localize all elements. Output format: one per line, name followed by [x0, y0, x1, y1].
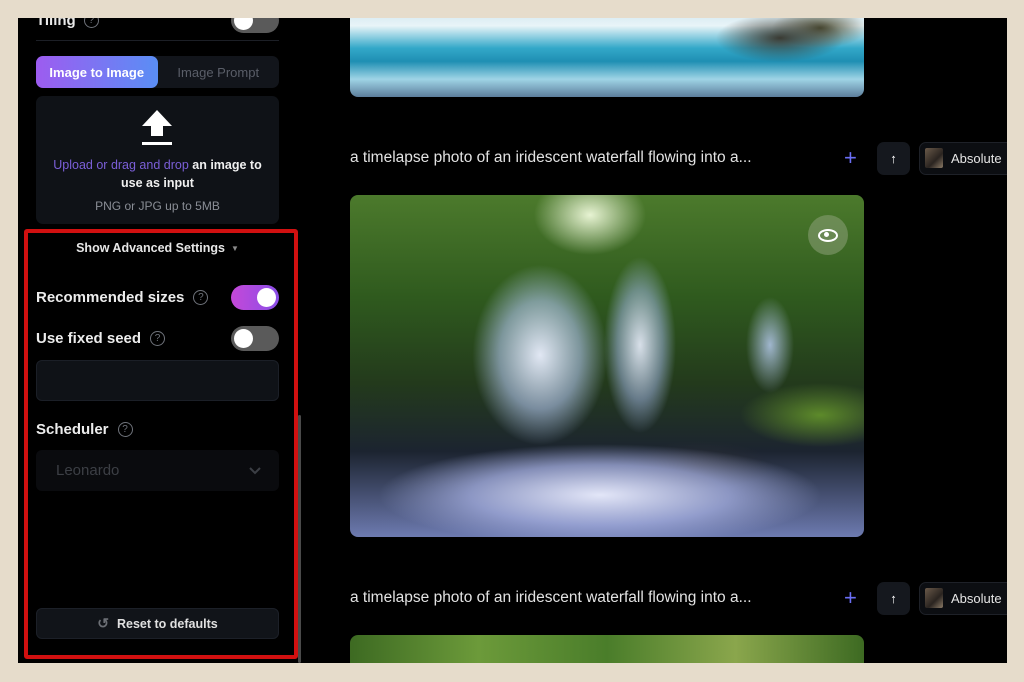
help-icon[interactable]: ? — [193, 289, 209, 305]
model-thumbnail — [925, 588, 943, 608]
eye-icon — [818, 228, 838, 242]
scheduler-setting: Scheduler ? — [36, 416, 279, 442]
model-name: Absolute — [951, 590, 1002, 606]
fixed-seed-label: Use fixed seed — [36, 329, 142, 347]
model-thumbnail — [925, 148, 943, 168]
tiling-toggle[interactable] — [231, 18, 279, 33]
help-icon[interactable]: ? — [83, 18, 99, 28]
advanced-settings-label: Show Advanced Settings — [76, 241, 225, 255]
model-chip[interactable]: Absolute — [919, 141, 1007, 175]
image-upload-dropzone[interactable]: Upload or drag and drop an image to use … — [36, 96, 279, 224]
model-name: Absolute — [951, 150, 1002, 166]
prompt-text: a timelapse photo of an iridescent water… — [350, 149, 752, 166]
tiling-label: Tiling — [36, 18, 76, 29]
generation-header: a timelapse photo of an iridescent water… — [350, 141, 1007, 175]
toggle-knob — [234, 328, 253, 348]
recommended-sizes-setting: Recommended sizes ? — [36, 284, 279, 310]
prompt-text: a timelapse photo of an iridescent water… — [350, 589, 752, 606]
caret-down-icon: ▼ — [230, 244, 239, 254]
sidebar-scrollbar[interactable] — [298, 415, 301, 663]
help-icon[interactable]: ? — [117, 421, 133, 437]
generated-image[interactable] — [350, 18, 864, 97]
recommended-sizes-toggle[interactable] — [231, 284, 279, 310]
arrow-up-icon: ↑ — [890, 590, 897, 606]
reset-label: Reset to defaults — [117, 616, 218, 631]
recommended-sizes-label: Recommended sizes — [36, 288, 185, 306]
tab-image-to-image[interactable]: Image to Image — [36, 56, 158, 88]
scheduler-selected-value: Leonardo — [56, 462, 120, 479]
generated-image[interactable] — [350, 635, 864, 663]
fixed-seed-toggle[interactable] — [231, 325, 279, 351]
mode-tabs: Image to Image Image Prompt — [36, 56, 279, 88]
settings-sidebar: Tiling ? Image to Image Image Prompt Upl… — [18, 18, 301, 663]
show-advanced-settings-button[interactable]: Show Advanced Settings ▼ — [36, 241, 279, 255]
model-chip[interactable]: Absolute — [919, 581, 1007, 615]
plus-icon[interactable]: + — [844, 145, 857, 171]
chevron-down-icon — [249, 464, 261, 478]
fixed-seed-setting: Use fixed seed ? — [36, 325, 279, 351]
upload-icon — [142, 110, 172, 145]
generation-header: a timelapse photo of an iridescent water… — [350, 581, 1007, 615]
seed-input[interactable] — [36, 360, 279, 401]
tiling-setting: Tiling ? — [36, 18, 279, 33]
toggle-knob — [257, 287, 276, 307]
use-prompt-button[interactable]: ↑ — [877, 581, 910, 615]
toggle-knob — [234, 18, 253, 30]
upload-link[interactable]: Upload or drag and drop — [53, 158, 189, 172]
reset-to-defaults-button[interactable]: ↺ Reset to defaults — [36, 608, 279, 639]
tab-image-prompt[interactable]: Image Prompt — [158, 56, 280, 88]
help-icon[interactable]: ? — [150, 330, 166, 346]
view-image-button[interactable] — [808, 215, 848, 255]
arrow-up-icon: ↑ — [890, 150, 897, 166]
divider — [36, 40, 279, 41]
reset-icon: ↺ — [97, 615, 109, 631]
use-prompt-button[interactable]: ↑ — [877, 141, 910, 175]
app-window: Tiling ? Image to Image Image Prompt Upl… — [18, 18, 1007, 663]
plus-icon[interactable]: + — [844, 585, 857, 611]
scheduler-label: Scheduler — [36, 420, 109, 438]
generated-image[interactable] — [350, 195, 864, 537]
upload-hint: PNG or JPG up to 5MB — [95, 199, 220, 213]
scheduler-select[interactable]: Leonardo — [36, 450, 279, 491]
